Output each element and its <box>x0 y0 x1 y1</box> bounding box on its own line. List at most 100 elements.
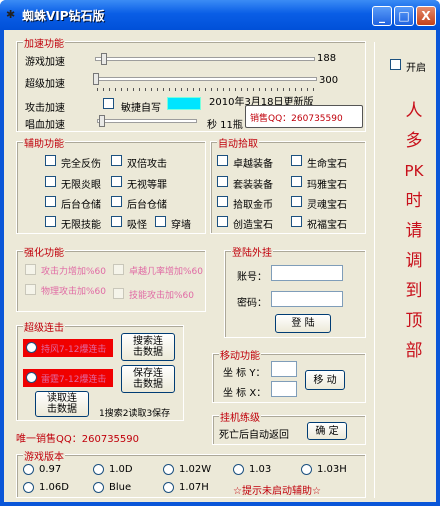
move-button[interactable]: 移 动 <box>305 370 345 390</box>
combo-panel: 超级连击 持风7-12爆连击 雷霆7-12爆连击 搜索连击数据 保存连击数据 读… <box>16 319 184 421</box>
version-label-8: 1.07H <box>179 482 209 493</box>
aux-checkbox-2[interactable] <box>111 155 122 166</box>
hotkey-label: 敏捷自写 <box>121 103 161 114</box>
version-radio-2[interactable] <box>93 464 104 475</box>
version-radio-3[interactable] <box>163 464 174 475</box>
vertical-char-3: PK <box>404 162 424 180</box>
aux-label-8: 吸怪 <box>127 220 147 231</box>
aux-checkbox-8[interactable] <box>111 216 122 227</box>
accel-legend: 加速功能 <box>23 35 65 50</box>
aux-checkbox-3[interactable] <box>45 176 56 187</box>
login-legend: 登陆外挂 <box>231 244 273 259</box>
strong-checkbox-1[interactable] <box>25 264 36 275</box>
aux-label-3: 无限炎眼 <box>61 180 101 191</box>
coord-x-input[interactable] <box>271 381 297 397</box>
pickup-checkbox-3[interactable] <box>217 176 228 187</box>
version-label-4: 1.03 <box>249 464 272 475</box>
password-label: 密码： <box>237 298 267 309</box>
pickup-checkbox-2[interactable] <box>291 155 302 166</box>
hang-panel: 挂机练级 死亡后自动返回 确 定 <box>212 409 366 445</box>
vertical-char-8: 顶 <box>405 311 423 331</box>
aux-checkbox-7[interactable] <box>45 216 56 227</box>
strong-checkbox-3[interactable] <box>25 284 36 295</box>
pickup-label-8: 祝福宝石 <box>307 220 347 231</box>
open-checkbox[interactable] <box>390 59 401 70</box>
pickup-label-3: 套装装备 <box>233 180 273 191</box>
version-radio-7[interactable] <box>93 482 104 493</box>
bug-icon: ✱ <box>6 8 16 21</box>
close-button[interactable]: X <box>416 6 436 26</box>
account-input[interactable] <box>271 265 343 281</box>
pickup-checkbox-4[interactable] <box>291 176 302 187</box>
aux-label-9: 穿墙 <box>171 220 191 231</box>
pickup-checkbox-1[interactable] <box>217 155 228 166</box>
password-input[interactable] <box>271 291 343 307</box>
aux-label-7: 无限技能 <box>61 220 101 231</box>
aux-legend: 辅助功能 <box>23 135 65 150</box>
attack-accel-label: 攻击加速 <box>25 103 65 114</box>
sing-accel-thumb[interactable] <box>99 115 105 127</box>
combo-option-2-label: 雷霆7-12爆连击 <box>41 375 107 385</box>
vertical-char-1: 人 <box>405 101 423 121</box>
version-radio-5[interactable] <box>301 464 312 475</box>
app-window: ✱ 蜘蛛VIP钻石版 _ □ X 加速功能 游戏加速 188 超级加速 300 … <box>0 0 440 506</box>
attack-value-box[interactable] <box>167 97 201 110</box>
vertical-char-9: 部 <box>405 341 423 361</box>
window-title: 蜘蛛VIP钻石版 <box>22 9 105 23</box>
strong-checkbox-4[interactable] <box>113 288 124 299</box>
aux-checkbox-4[interactable] <box>111 176 122 187</box>
combo-option-2[interactable]: 雷霆7-12爆连击 <box>23 369 113 387</box>
combo-option-1[interactable]: 持风7-12爆连击 <box>23 339 113 357</box>
aux-checkbox-6[interactable] <box>111 196 122 207</box>
version-radio-1[interactable] <box>23 464 34 475</box>
coord-y-label: 坐 标 Y： <box>223 368 266 379</box>
aux-label-6: 后台仓储 <box>127 200 167 211</box>
login-button[interactable]: 登 陆 <box>275 314 331 333</box>
strong-legend: 强化功能 <box>23 244 65 259</box>
version-radio-4[interactable] <box>233 464 244 475</box>
maximize-button[interactable]: □ <box>394 6 414 26</box>
sales-qq-box: 销售QQ：260735590 <box>245 105 363 128</box>
hang-confirm-button[interactable]: 确 定 <box>307 422 347 440</box>
minimize-button[interactable]: _ <box>372 6 392 26</box>
right-divider <box>374 42 375 498</box>
combo-option-1-label: 持风7-12爆连击 <box>41 345 107 355</box>
move-legend: 移动功能 <box>219 347 261 362</box>
aux-checkbox-1[interactable] <box>45 155 56 166</box>
version-hint: ☆提示未启动辅助☆ <box>233 486 321 497</box>
read-combo-button[interactable]: 读取连击数据 <box>35 391 89 417</box>
strong-label-1: 攻击力增加%60 <box>41 267 107 277</box>
version-radio-8[interactable] <box>163 482 174 493</box>
vertical-notice: 人 多 PK 时 请 调 到 顶 部 <box>401 96 427 366</box>
strong-label-3: 物理攻击加%60 <box>41 287 107 297</box>
super-accel-thumb[interactable] <box>93 73 99 85</box>
version-radio-6[interactable] <box>23 482 34 493</box>
pickup-checkbox-7[interactable] <box>217 216 228 227</box>
search-combo-button[interactable]: 搜索连击数据 <box>121 333 175 361</box>
pickup-checkbox-8[interactable] <box>291 216 302 227</box>
game-accel-thumb[interactable] <box>101 53 107 65</box>
combo-radio-1[interactable] <box>26 342 37 353</box>
super-accel-slider[interactable] <box>95 77 317 81</box>
sing-accel-slider[interactable] <box>97 119 197 123</box>
aux-checkbox-9[interactable] <box>155 216 166 227</box>
pickup-checkbox-6[interactable] <box>291 196 302 207</box>
version-panel: 游戏版本 0.97 1.0D 1.02W 1.03 1.03H 1.06D Bl… <box>16 448 366 498</box>
hang-legend: 挂机练级 <box>219 409 261 424</box>
pickup-label-6: 灵魂宝石 <box>307 200 347 211</box>
combo-radio-2[interactable] <box>26 372 37 383</box>
strong-label-2: 卓越几率增加%60 <box>129 267 204 277</box>
version-label-1: 0.97 <box>39 464 62 475</box>
save-combo-button[interactable]: 保存连击数据 <box>121 365 175 393</box>
aux-checkbox-5[interactable] <box>45 196 56 207</box>
version-legend: 游戏版本 <box>23 448 65 463</box>
pickup-label-4: 玛雅宝石 <box>307 180 347 191</box>
pickup-checkbox-5[interactable] <box>217 196 228 207</box>
vertical-char-4: 时 <box>405 191 423 211</box>
strong-checkbox-2[interactable] <box>113 264 124 275</box>
game-accel-slider[interactable] <box>95 57 315 61</box>
title-bar[interactable]: ✱ 蜘蛛VIP钻石版 _ □ X <box>0 0 440 30</box>
coord-y-input[interactable] <box>271 361 297 377</box>
hotkey-checkbox[interactable] <box>103 98 114 109</box>
pickup-legend: 自动拾取 <box>217 135 259 150</box>
